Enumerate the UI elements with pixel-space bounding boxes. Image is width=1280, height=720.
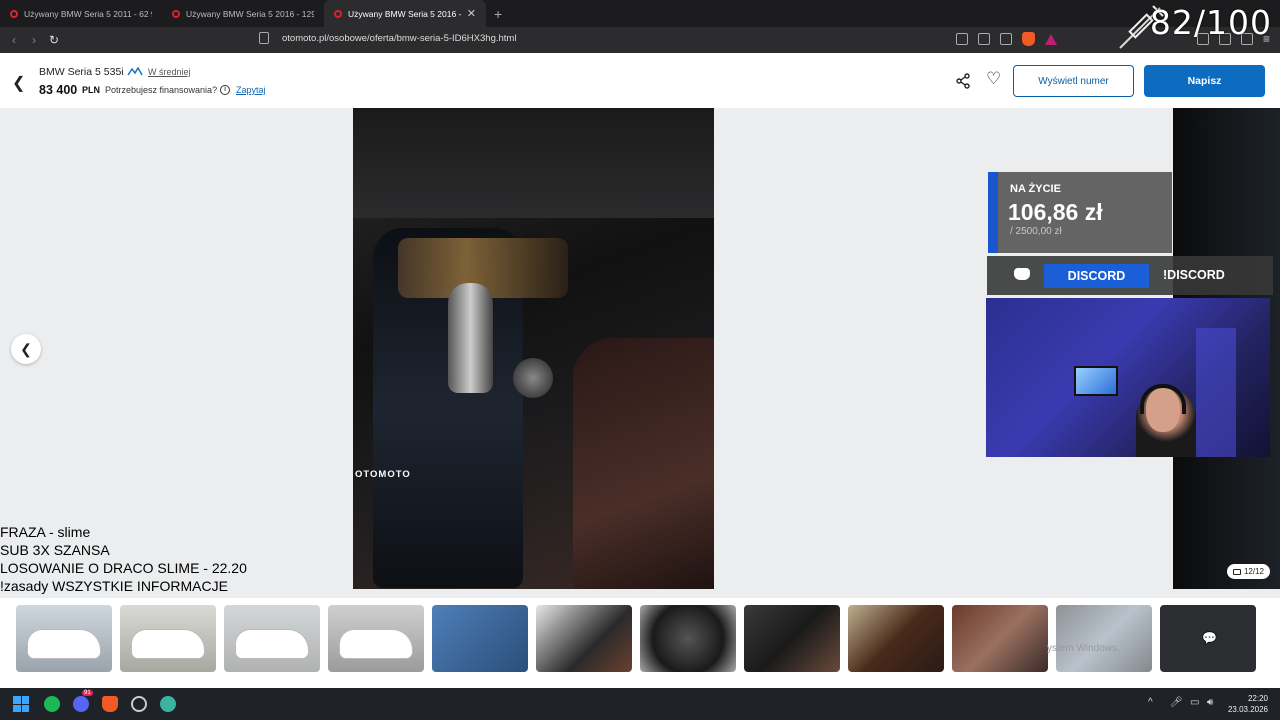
show-number-button[interactable]: Wyświetl numer [1013, 65, 1134, 97]
spotify-icon[interactable] [44, 696, 60, 712]
system-clock[interactable]: 22:20 23.03.2026 [1228, 693, 1268, 715]
windows-activation-watermark: ystem Windows. [1047, 643, 1120, 654]
thumbnail-10[interactable] [952, 605, 1048, 672]
otomoto-favicon-icon [172, 9, 180, 18]
discord-command: !DISCORD [1163, 268, 1225, 282]
listing-title: BMW Seria 5 535i [39, 66, 124, 78]
streamer-webcam [986, 298, 1270, 457]
brave-rewards-icon[interactable] [1044, 33, 1057, 45]
main-photo[interactable] [353, 108, 714, 589]
thumbnail-2[interactable] [120, 605, 216, 672]
new-tab-icon[interactable]: + [486, 6, 502, 22]
info-line: LOSOWANIE O DRACO SLIME - 22.20 [0, 560, 247, 576]
donation-goal: / 2500,00 zł [1010, 226, 1062, 237]
info-line: !zasady WSZYSTKIE INFORMACJE [0, 578, 228, 594]
thumbnail-5[interactable] [432, 605, 528, 672]
thumbnail-6[interactable] [536, 605, 632, 672]
chat-bubble-icon: 💬 [1202, 631, 1217, 645]
favorite-heart-icon[interactable]: ♡ [986, 69, 1001, 89]
ask-financing-link[interactable]: Zapytaj [236, 85, 266, 95]
discord-badge: 91 [82, 690, 93, 696]
browser-tab-2[interactable]: Używany BMW Seria 5 2016 - 129 000 [162, 0, 324, 27]
thumbnail-8[interactable] [744, 605, 840, 672]
tab-title: Używany BMW Seria 5 2016 - 129 000 [186, 8, 314, 19]
bookmark-icon[interactable] [259, 32, 269, 44]
photo-counter-label: 12/12 [1243, 567, 1265, 576]
browser-toolbar: ‹ › ↻ otomoto.pl/osobowe/oferta/bmw-seri… [0, 27, 1280, 53]
forward-nav-icon[interactable]: › [24, 33, 44, 47]
previous-photo-button[interactable]: ❮ [11, 334, 41, 364]
reload-icon[interactable]: ↻ [44, 33, 64, 47]
thumbnail-7[interactable] [640, 605, 736, 672]
listing-price: 83 400 [39, 83, 78, 97]
donation-amount: 106,86 zł [1008, 199, 1103, 225]
back-arrow-icon[interactable]: ❮ [12, 73, 25, 93]
stream-info-text: FRAZA - slime SUB 3X SZANSA LOSOWANIE O … [0, 523, 247, 595]
financing-question: Potrzebujesz finansowania? [105, 85, 218, 95]
thumbnail-9[interactable] [848, 605, 944, 672]
thumbnail-4[interactable] [328, 605, 424, 672]
volume-icon[interactable]: 🔊︎ [1207, 697, 1213, 708]
brave-browser-icon[interactable] [102, 696, 118, 712]
tab-title: Używany BMW Seria 5 2016 - 83 400 [348, 8, 461, 19]
otomoto-favicon-icon [334, 9, 342, 18]
app-icon[interactable] [160, 696, 176, 712]
price-currency: PLN [82, 85, 100, 95]
thumbnail-11[interactable] [1056, 605, 1152, 672]
tab-title: Używany BMW Seria 5 2011 - 62 999 [24, 8, 152, 19]
info-icon[interactable]: i [220, 85, 230, 95]
close-tab-icon[interactable]: ✕ [467, 7, 476, 20]
donation-goal-widget: NA ŻYCIE 106,86 zł / 2500,00 zł [988, 172, 1172, 253]
camera-icon [1232, 568, 1241, 575]
clock-time: 22:20 [1247, 694, 1268, 703]
tray-chevron-icon[interactable]: ^ [1148, 697, 1153, 708]
network-icon[interactable]: ▭ [1190, 697, 1199, 708]
thumbnail-12[interactable]: 💬 [1160, 605, 1256, 672]
cast-icon[interactable] [955, 33, 968, 45]
back-nav-icon[interactable]: ‹ [4, 33, 24, 47]
donation-label: NA ŻYCIE [1010, 183, 1061, 195]
thumbnail-3[interactable] [224, 605, 320, 672]
price-evaluation-link[interactable]: W średniej [148, 67, 191, 77]
browser-tab-1[interactable]: Używany BMW Seria 5 2011 - 62 999 [0, 0, 162, 27]
share-page-icon[interactable] [999, 33, 1012, 45]
info-line: FRAZA - slime [0, 524, 91, 540]
stream-score: 82/100 [1149, 3, 1272, 42]
browser-tab-bar: Używany BMW Seria 5 2011 - 62 999 Używan… [0, 0, 1280, 27]
obs-icon[interactable] [131, 696, 147, 712]
reader-icon[interactable] [977, 33, 990, 45]
brave-shield-icon[interactable] [1021, 32, 1035, 46]
write-message-button[interactable]: Napisz [1144, 65, 1265, 97]
photo-counter: 12/12 [1227, 564, 1270, 579]
discord-label: DISCORD [1044, 264, 1149, 288]
discord-app-icon[interactable]: 91 [73, 690, 93, 712]
listing-header: ❮ BMW Seria 5 535i W średniej 83 400 PLN… [0, 53, 1280, 108]
windows-taskbar: 91 ^ 🎤︎ ▭ 🔊︎ 22:20 23.03.2026 [0, 688, 1280, 720]
address-bar[interactable]: otomoto.pl/osobowe/oferta/bmw-seria-5-ID… [282, 33, 516, 44]
otomoto-favicon-icon [10, 9, 18, 18]
microphone-icon[interactable]: 🎤︎ [1170, 697, 1183, 708]
price-evaluation-icon [127, 67, 143, 76]
clock-date: 23.03.2026 [1227, 705, 1268, 714]
thumbnail-1[interactable] [16, 605, 112, 672]
info-line: SUB 3X SZANSA [0, 542, 110, 558]
windows-start-icon[interactable] [13, 696, 29, 712]
discord-icon [1014, 268, 1030, 280]
browser-tab-3-active[interactable]: Używany BMW Seria 5 2016 - 83 400 ✕ [324, 0, 486, 27]
share-icon[interactable] [955, 73, 971, 89]
otomoto-watermark: OTOMOTO [355, 469, 411, 480]
